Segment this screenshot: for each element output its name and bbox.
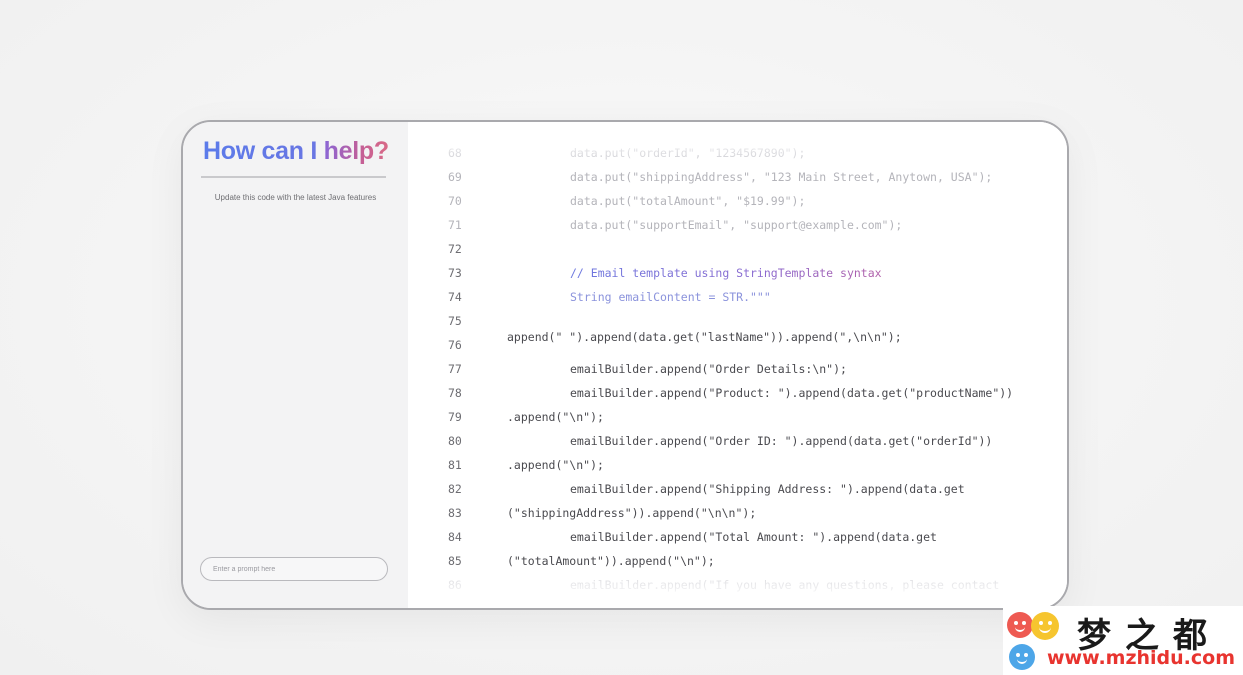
code-text: emailBuilder.append("Total Amount: ").ap… [570,530,937,544]
line-number: 77 [448,362,462,376]
line-number: 73 [448,266,462,280]
prompt-input[interactable] [200,557,388,581]
code-text: emailBuilder.append("If you have any que… [570,578,1000,592]
line-number: 71 [448,218,462,232]
line-number: 79 [448,410,462,424]
line-number: 72 [448,242,462,256]
code-line: 82 emailBuilder.append("Shipping Address… [408,482,1067,500]
line-number: 83 [448,506,462,520]
code-text: .append("\n"); [507,458,604,472]
code-text: data.put("totalAmount", "$19.99"); [570,194,806,208]
code-line: 76 append(" ").append(data.get("lastName… [408,330,1067,356]
code-line: 77 emailBuilder.append("Order Details:\n… [408,362,1067,380]
code-text: ("totalAmount")).append("\n"); [507,554,715,568]
code-text: String emailContent = STR.""" [570,290,771,304]
code-text: emailBuilder.append("Product: ").append(… [570,386,1014,400]
code-line: 70 data.put("totalAmount", "$19.99"); [408,194,1067,212]
line-number: 85 [448,554,462,568]
yellow-face-icon [1031,612,1059,640]
heading-text-part2: help? [323,137,389,165]
assistant-heading: How can I help? [203,137,389,166]
code-line: 78 emailBuilder.append("Product: ").appe… [408,386,1067,404]
red-face-icon [1007,612,1033,638]
code-line: 69 data.put("shippingAddress", "123 Main… [408,170,1067,188]
code-line: 83 ("shippingAddress")).append("\n\n"); [408,506,1067,524]
heading-divider [201,176,386,178]
blue-face-icon [1009,644,1035,670]
line-number: 78 [448,386,462,400]
code-line: 84 emailBuilder.append("Total Amount: ")… [408,530,1067,548]
code-line: 81 .append("\n"); [408,458,1067,476]
app-window: How can I help? Update this code with th… [181,120,1069,610]
line-number: 76 [448,338,462,352]
code-line: 72 [408,242,1067,260]
code-text: append(" ").append(data.get("lastName"))… [507,330,902,344]
code-text: .append("\n"); [507,410,604,424]
assistant-sidebar: How can I help? Update this code with th… [183,122,408,608]
line-number: 86 [448,578,462,592]
site-watermark: 梦之都 www.mzhidu.com [1003,606,1243,675]
line-number: 69 [448,170,462,184]
code-editor[interactable]: 68 data.put("orderId", "1234567890"); 69… [408,122,1067,608]
heading-text-part1: How can I [203,137,324,165]
code-text: emailBuilder.append("Shipping Address: "… [570,482,965,496]
line-number: 68 [448,146,462,160]
code-line: 71 data.put("supportEmail", "support@exa… [408,218,1067,236]
code-text: data.put("shippingAddress", "123 Main St… [570,170,993,184]
code-text: ("shippingAddress")).append("\n\n"); [507,506,757,520]
line-number: 80 [448,434,462,448]
code-text: data.put("orderId", "1234567890"); [570,146,806,160]
code-line: 74 String emailContent = STR.""" [408,290,1067,308]
line-number: 84 [448,530,462,544]
code-text: emailBuilder.append("Order Details:\n"); [570,362,847,376]
stage: How can I help? Update this code with th… [0,0,1243,675]
line-number: 70 [448,194,462,208]
code-line: 80 emailBuilder.append("Order ID: ").app… [408,434,1067,452]
code-line: 68 data.put("orderId", "1234567890"); [408,146,1067,164]
user-message: Update this code with the latest Java fe… [214,193,377,202]
code-comment: // Email template using StringTemplate s… [570,266,882,280]
code-line: 73 // Email template using StringTemplat… [408,266,1067,284]
line-number: 74 [448,290,462,304]
code-text: data.put("supportEmail", "support@exampl… [570,218,903,232]
line-number: 75 [448,314,462,328]
line-number: 81 [448,458,462,472]
code-line: 85 ("totalAmount")).append("\n"); [408,554,1067,572]
line-number: 82 [448,482,462,496]
code-line: 86 emailBuilder.append("If you have any … [408,578,1067,596]
code-line: 79 .append("\n"); [408,410,1067,428]
watermark-url: www.mzhidu.com [1047,647,1236,669]
code-text: emailBuilder.append("Order ID: ").append… [570,434,993,448]
